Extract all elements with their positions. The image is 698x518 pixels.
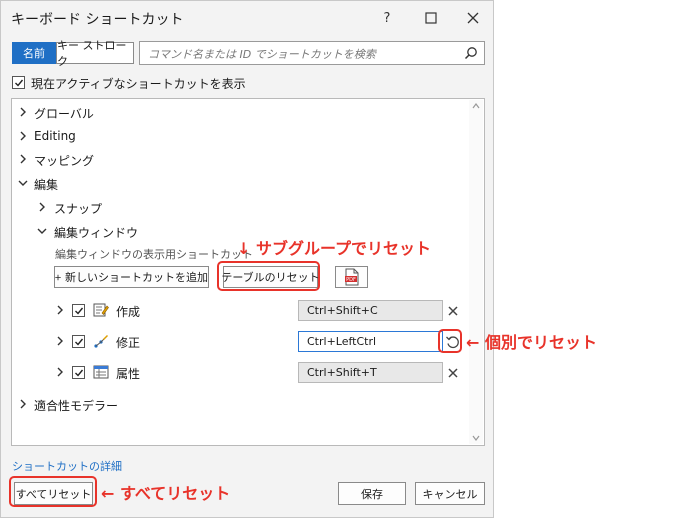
pdf-icon: PDF xyxy=(344,268,358,286)
chevron-right-icon[interactable] xyxy=(18,131,28,141)
svg-text:PDF: PDF xyxy=(346,277,356,283)
tree-item-label: スナップ xyxy=(54,202,103,216)
shortcut-key-field[interactable]: Ctrl+Shift+C xyxy=(298,300,443,321)
title-bar: キーボード ショートカット ? xyxy=(1,1,495,35)
tree-item-label: Editing xyxy=(34,129,76,143)
subgroup-reset-highlight xyxy=(217,261,320,291)
active-only-label: 現在アクティブなショートカットを表示 xyxy=(31,77,246,91)
tree-item-label: グローバル xyxy=(34,107,94,121)
remove-shortcut-icon[interactable] xyxy=(446,304,460,318)
scroll-up-icon[interactable] xyxy=(472,103,480,109)
search-field[interactable]: コマンド名または ID でショートカットを検索 xyxy=(139,41,485,65)
chevron-down-icon[interactable] xyxy=(18,178,28,188)
modify-icon xyxy=(94,335,108,348)
create-icon xyxy=(93,303,109,317)
active-only-checkbox[interactable] xyxy=(12,76,25,89)
save-button[interactable]: 保存 xyxy=(338,482,406,505)
close-button[interactable] xyxy=(451,1,495,35)
reset-all-annotation: ← すべてリセット xyxy=(101,484,231,503)
row-enabled-checkbox[interactable] xyxy=(72,366,85,379)
shortcut-key-field[interactable]: Ctrl+LeftCtrl xyxy=(298,331,443,352)
row-label: 属性 xyxy=(116,367,141,381)
chevron-down-icon[interactable] xyxy=(37,226,47,236)
individual-reset-highlight xyxy=(438,329,462,353)
chevron-right-icon[interactable] xyxy=(55,336,65,346)
row-enabled-checkbox[interactable] xyxy=(72,335,85,348)
keyboard-shortcuts-dialog: キーボード ショートカット ? 名前 キー ストローク コマンド名または ID … xyxy=(0,0,494,518)
shortcut-details-link[interactable]: ショートカットの詳細 xyxy=(12,458,122,474)
reset-all-highlight xyxy=(9,476,97,507)
chevron-right-icon[interactable] xyxy=(18,107,28,117)
row-label: 修正 xyxy=(116,336,141,350)
tree-item-label: 編集 xyxy=(34,178,59,192)
scroll-down-icon[interactable] xyxy=(472,435,480,441)
row-enabled-checkbox[interactable] xyxy=(72,304,85,317)
checkmark-icon xyxy=(74,338,83,346)
tree-item-label: マッピング xyxy=(34,154,95,168)
export-pdf-button[interactable]: PDF xyxy=(335,266,368,288)
close-icon xyxy=(467,12,479,24)
checkmark-icon xyxy=(74,369,83,377)
name-toggle[interactable]: 名前 xyxy=(12,42,56,64)
cancel-button[interactable]: キャンセル xyxy=(415,482,485,505)
shortcut-key-field[interactable]: Ctrl+Shift+T xyxy=(298,362,443,383)
row-label: 作成 xyxy=(116,305,141,319)
maximize-button[interactable] xyxy=(409,1,453,35)
remove-shortcut-icon[interactable] xyxy=(446,366,460,380)
tree-item-label: 適合性モデラー xyxy=(34,399,119,413)
help-button[interactable]: ? xyxy=(365,1,409,35)
keystroke-toggle[interactable]: キー ストローク xyxy=(56,39,134,68)
chevron-right-icon[interactable] xyxy=(55,305,65,315)
checkmark-icon xyxy=(74,307,83,315)
attributes-icon xyxy=(93,365,109,379)
tree-item-label: 編集ウィンドウ xyxy=(54,226,139,240)
individual-reset-annotation: ← 個別でリセット xyxy=(466,333,597,352)
subgroup-reset-annotation: ↓ サブグループでリセット xyxy=(237,239,432,258)
maximize-icon xyxy=(425,12,437,24)
help-icon: ? xyxy=(383,10,391,26)
chevron-right-icon[interactable] xyxy=(18,154,28,164)
checkmark-icon xyxy=(14,79,23,87)
plus-icon xyxy=(55,274,61,280)
dialog-title: キーボード ショートカット xyxy=(11,12,184,28)
chevron-right-icon[interactable] xyxy=(37,202,47,212)
add-shortcut-button[interactable]: 新しいショートカットを追加 xyxy=(54,266,209,288)
chevron-right-icon[interactable] xyxy=(55,367,65,377)
table-caption: 編集ウィンドウの表示用ショートカット xyxy=(55,248,253,261)
vertical-scrollbar[interactable] xyxy=(469,100,483,444)
search-placeholder: コマンド名または ID でショートカットを検索 xyxy=(148,48,376,61)
chevron-right-icon[interactable] xyxy=(18,399,28,409)
search-icon[interactable] xyxy=(464,46,478,60)
